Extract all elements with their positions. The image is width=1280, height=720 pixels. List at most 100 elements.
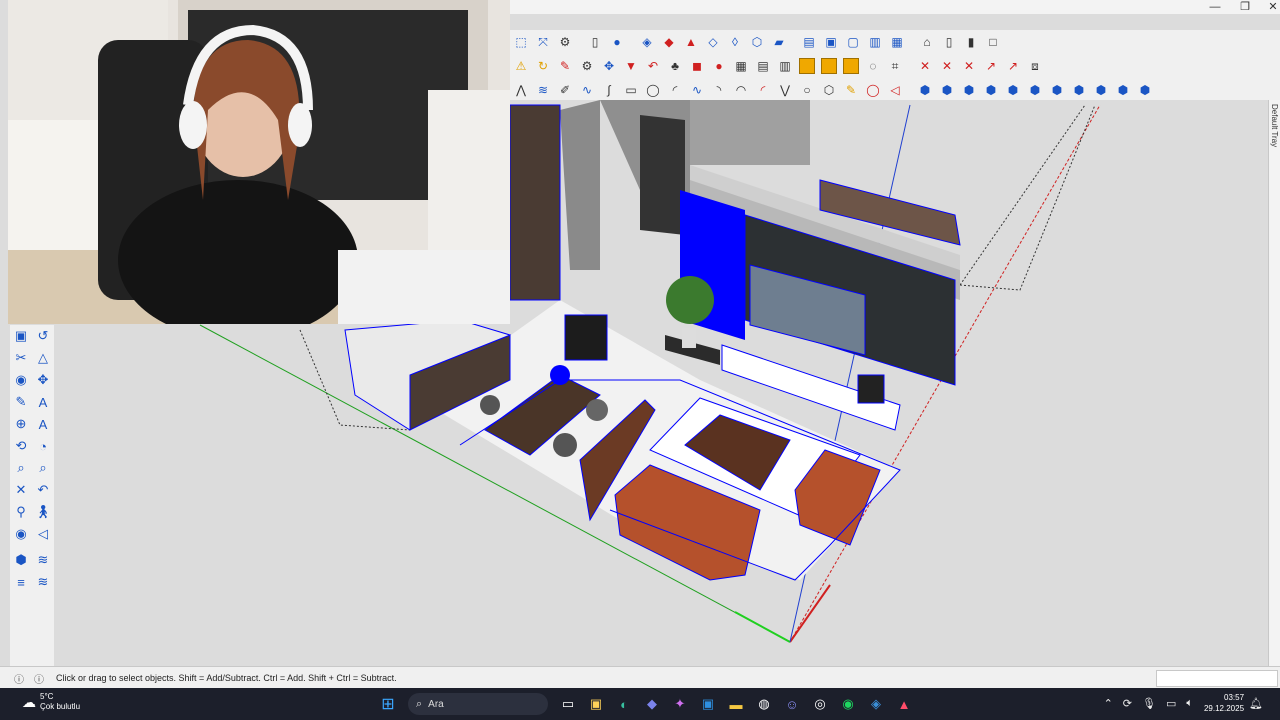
orange-square-icon[interactable] xyxy=(843,58,859,74)
store-icon[interactable]: ▣ xyxy=(585,693,607,715)
microphone-icon[interactable]: 🎙︎ xyxy=(1142,697,1156,710)
bucket-icon[interactable]: ▼ xyxy=(622,57,640,75)
steam-icon[interactable]: ◍ xyxy=(753,693,775,715)
cube-icon[interactable]: ◇ xyxy=(704,33,722,51)
close-button[interactable]: ✕ xyxy=(1258,0,1280,14)
arrow-icon[interactable]: ↗ xyxy=(1004,57,1022,75)
section-plane-icon[interactable]: ◁ xyxy=(34,525,52,543)
paint-icon[interactable]: ◉ xyxy=(12,371,30,389)
discord-icon[interactable]: ☺ xyxy=(781,693,803,715)
task-view-icon[interactable]: ▭ xyxy=(557,693,579,715)
measurements-box[interactable] xyxy=(1156,670,1278,687)
chevron-up-icon[interactable]: ⌃ xyxy=(1104,697,1113,710)
maximize-button[interactable]: ❐ xyxy=(1230,0,1260,14)
pan-icon[interactable]: ◔ xyxy=(34,437,52,455)
circle-icon[interactable]: ○ xyxy=(798,81,816,99)
previous-icon[interactable]: ↶ xyxy=(34,481,52,499)
select-box-icon[interactable]: ▣ xyxy=(12,327,30,345)
circle-icon[interactable]: ⬡ xyxy=(820,81,838,99)
user-icon[interactable]: ● xyxy=(608,33,626,51)
walk-icon[interactable]: 🚶︎ xyxy=(34,503,52,521)
rectangle-icon[interactable]: ▭ xyxy=(622,81,640,99)
zoom-window-icon[interactable]: ⌕ xyxy=(34,459,52,477)
gear-icon[interactable]: ⚙ xyxy=(556,33,574,51)
square-icon[interactable]: □ xyxy=(984,33,1002,51)
sync-icon[interactable]: ⟳ xyxy=(1123,697,1132,710)
look-around-icon[interactable]: ◉ xyxy=(12,525,30,543)
teams-icon[interactable]: ◆ xyxy=(641,693,663,715)
cube-icon[interactable]: ⬢ xyxy=(1092,81,1110,99)
wave-icon[interactable]: ≋ xyxy=(534,81,552,99)
sketchup-icon[interactable]: ◈ xyxy=(865,693,887,715)
cube-icon[interactable]: ⬢ xyxy=(1048,81,1066,99)
orbit-icon[interactable]: ⟲ xyxy=(12,437,30,455)
cube-icon[interactable]: ⬢ xyxy=(1004,81,1022,99)
curve-icon[interactable]: ◜ xyxy=(754,81,772,99)
cube-icon[interactable]: ⬢ xyxy=(1070,81,1088,99)
circle-icon[interactable]: ◯ xyxy=(864,81,882,99)
grid-icon[interactable]: ▦ xyxy=(732,57,750,75)
cube-icon[interactable]: ⬢ xyxy=(982,81,1000,99)
pen-icon[interactable]: ✐ xyxy=(556,81,574,99)
app-icon[interactable]: ▲ xyxy=(893,693,915,715)
globe-icon[interactable]: ◌ xyxy=(864,57,882,75)
layers-icon[interactable]: ≡ xyxy=(12,573,30,591)
shape-icon[interactable]: ◊ xyxy=(726,33,744,51)
outlook-icon[interactable]: ▣ xyxy=(697,693,719,715)
curve-icon[interactable]: ∫ xyxy=(600,81,618,99)
minimize-button[interactable]: — xyxy=(1200,0,1230,14)
text-icon[interactable]: A xyxy=(34,393,52,411)
cube-icon[interactable]: ⬢ xyxy=(1114,81,1132,99)
brush-icon[interactable]: ✎ xyxy=(556,57,574,75)
display-icon[interactable]: ▭ xyxy=(1166,697,1176,710)
lasso-icon[interactable]: ↺ xyxy=(34,327,52,345)
hexagon-icon[interactable]: ⬡ xyxy=(748,33,766,51)
door[interactable] xyxy=(640,115,685,235)
cube-icon[interactable]: ⬢ xyxy=(1136,81,1154,99)
frame-icon[interactable]: ▣ xyxy=(822,33,840,51)
zigzag-icon[interactable]: ⋁ xyxy=(776,81,794,99)
start-icon[interactable]: ⊞ xyxy=(377,693,399,715)
grid-icon[interactable]: ▥ xyxy=(776,57,794,75)
rotate-icon[interactable]: ↻ xyxy=(534,57,552,75)
arrow-icon[interactable]: ◁ xyxy=(886,81,904,99)
pencil-icon[interactable]: ✎ xyxy=(12,393,30,411)
plane-icon[interactable]: ▰ xyxy=(770,33,788,51)
stack-icon[interactable]: ▥ xyxy=(866,33,884,51)
select-icon[interactable]: ⬚ xyxy=(512,33,530,51)
circle-icon[interactable]: ◯ xyxy=(644,81,662,99)
arc-icon[interactable]: ◜ xyxy=(666,81,684,99)
arc-icon[interactable]: ◠ xyxy=(732,81,750,99)
pencil-stack-icon[interactable]: ◈ xyxy=(638,33,656,51)
volume-icon[interactable]: 🔈︎ xyxy=(1186,697,1193,710)
cube-icon[interactable]: ◼ xyxy=(688,57,706,75)
document-icon[interactable]: ▯ xyxy=(586,33,604,51)
search-box[interactable]: ⌕ Ara xyxy=(408,693,548,715)
spotify-icon[interactable]: ◉ xyxy=(837,693,859,715)
info-icon[interactable]: ⓘ xyxy=(34,671,44,686)
wave-icon[interactable]: ∿ xyxy=(578,81,596,99)
default-tray-label[interactable]: Default Tray xyxy=(1270,104,1279,147)
column-icon[interactable]: ▯ xyxy=(940,33,958,51)
vase[interactable] xyxy=(550,365,570,385)
edge-icon[interactable]: ◐ xyxy=(613,693,635,715)
box-icon[interactable]: ⧈ xyxy=(1026,57,1044,75)
box-icon[interactable]: ▢ xyxy=(844,33,862,51)
house-icon[interactable]: ⌂ xyxy=(918,33,936,51)
move-icon[interactable]: ✥ xyxy=(600,57,618,75)
copilot-icon[interactable]: ✦ xyxy=(669,693,691,715)
panel-icon[interactable]: ▦ xyxy=(888,33,906,51)
triangle-icon[interactable]: △ xyxy=(34,349,52,367)
clock[interactable]: 03:57 29.12.2025 xyxy=(1204,692,1244,714)
cross-icon[interactable]: ✕ xyxy=(960,57,978,75)
orbit-icon[interactable]: ⤧ xyxy=(534,33,552,51)
kitchen-cabinet[interactable] xyxy=(509,104,561,301)
tape-icon[interactable]: ⌗ xyxy=(886,57,904,75)
warning-icon[interactable]: ⚠ xyxy=(512,57,530,75)
orange-square-icon[interactable] xyxy=(799,58,815,74)
arc-icon[interactable]: ◝ xyxy=(710,81,728,99)
cube-icon[interactable]: ⬢ xyxy=(1026,81,1044,99)
cube-icon[interactable]: ⬢ xyxy=(916,81,934,99)
tree-icon[interactable]: ♣ xyxy=(666,57,684,75)
arrow-icon[interactable]: ↗ xyxy=(982,57,1000,75)
